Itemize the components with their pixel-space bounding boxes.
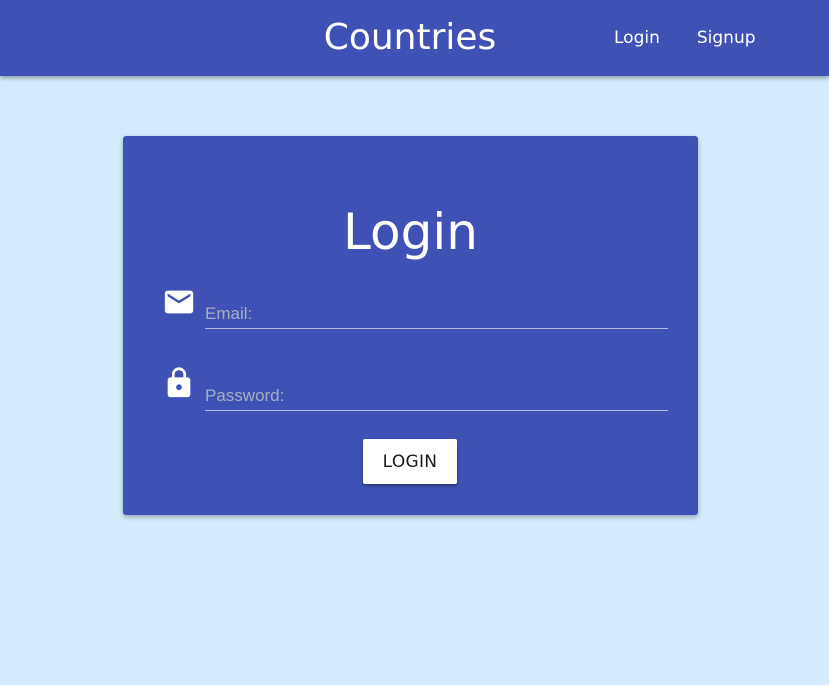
login-heading: Login bbox=[343, 203, 478, 261]
envelope-icon bbox=[164, 290, 194, 314]
email-input[interactable] bbox=[205, 289, 668, 328]
login-card: Login LOGIN bbox=[123, 136, 698, 515]
email-field[interactable] bbox=[205, 289, 668, 329]
top-navbar: Countries Login Signup bbox=[0, 0, 829, 76]
nav-links: Login Signup bbox=[614, 27, 756, 49]
password-field[interactable] bbox=[205, 371, 668, 411]
lock-icon bbox=[167, 367, 191, 398]
login-button[interactable]: LOGIN bbox=[363, 439, 457, 484]
nav-signup-link[interactable]: Signup bbox=[697, 27, 756, 49]
password-input[interactable] bbox=[205, 371, 668, 410]
nav-login-link[interactable]: Login bbox=[614, 27, 660, 49]
